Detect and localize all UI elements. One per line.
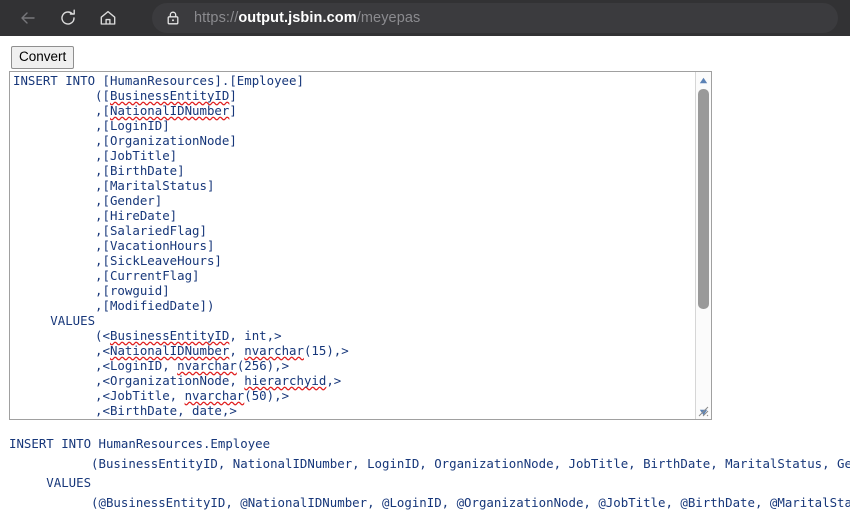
convert-button[interactable]: Convert	[11, 46, 75, 69]
url-path: /meyepas	[356, 10, 421, 26]
sql-input-text[interactable]: INSERT INTO [HumanResources].[Employee] …	[13, 73, 696, 418]
reload-button[interactable]	[52, 2, 84, 34]
sql-output-text: INSERT INTO HumanResources.Employee (Bus…	[9, 436, 850, 510]
textarea-resize-grip[interactable]	[695, 403, 710, 418]
home-icon	[98, 8, 118, 28]
url-text[interactable]: https://output.jsbin.com/meyepas	[194, 10, 420, 26]
url-scheme: https://	[194, 10, 239, 26]
back-button[interactable]	[12, 2, 44, 34]
textarea-scrollbar[interactable]	[695, 72, 711, 419]
lock-icon[interactable]	[158, 3, 188, 33]
url-host: output.jsbin.com	[238, 10, 357, 26]
triangle-up-icon	[699, 72, 708, 89]
arrow-left-icon	[18, 8, 38, 28]
sql-input-textarea[interactable]: INSERT INTO [HumanResources].[Employee] …	[9, 71, 712, 420]
scrollbar-up-arrow-button[interactable]	[696, 72, 711, 87]
home-button[interactable]	[92, 2, 124, 34]
scrollbar-thumb[interactable]	[698, 89, 709, 309]
page-content: Convert INSERT INTO [HumanResources].[Em…	[0, 36, 850, 514]
address-bar[interactable]: https://output.jsbin.com/meyepas	[152, 3, 838, 33]
browser-toolbar: https://output.jsbin.com/meyepas	[0, 0, 850, 36]
reload-icon	[58, 8, 78, 28]
